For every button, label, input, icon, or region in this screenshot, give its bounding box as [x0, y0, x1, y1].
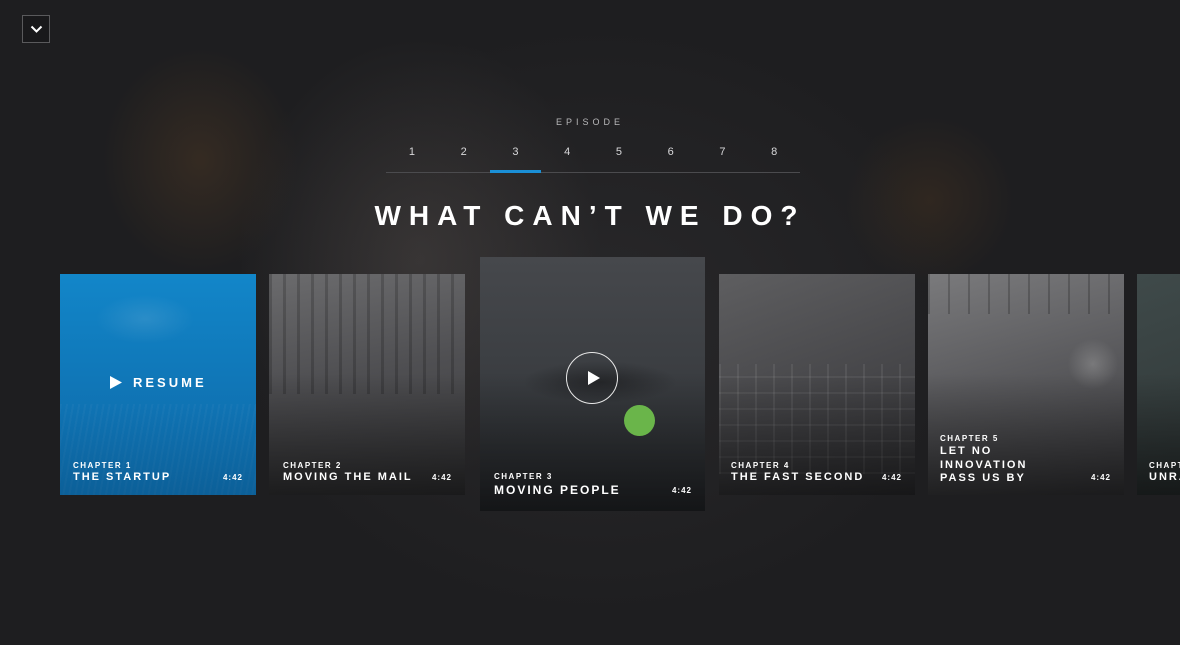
chapter-title-line-2: INNOVATION — [940, 459, 1028, 471]
chapter-number: CHAPTER 5 — [940, 434, 999, 443]
chapter-card-5[interactable]: CHAPTER 5 LET NO INNOVATION PASS US BY 4… — [928, 274, 1124, 495]
chapter-duration: 4:42 — [671, 486, 692, 495]
episode-tab-1[interactable]: 1 — [386, 140, 438, 172]
play-icon — [110, 376, 122, 389]
chapter-title: THE FAST SECOND — [731, 471, 865, 483]
chapter-title-line-3: PASS US BY — [940, 472, 1026, 484]
episode-tab-3[interactable]: 3 — [489, 140, 542, 173]
chapter-number: CHAPTER 4 — [731, 461, 790, 470]
chapter-duration: 4:42 — [431, 473, 452, 482]
episode-tab-5[interactable]: 5 — [593, 140, 645, 172]
episode-label: EPISODE — [555, 117, 624, 127]
resume-button[interactable]: RESUME — [109, 375, 207, 390]
chapter-title: THE STARTUP — [73, 471, 172, 483]
chapter-card-3[interactable]: CHAPTER 3 MOVING PEOPLE 4:42 — [480, 257, 705, 511]
chapter-duration: 4:42 — [1090, 473, 1111, 482]
chapter-duration: 4:42 — [222, 473, 243, 482]
cursor-indicator — [624, 405, 655, 436]
chevron-down-icon — [30, 25, 42, 33]
chapter-number: CHAPT — [1149, 461, 1180, 470]
chapter-card-6[interactable]: CHAPT UNRA — [1137, 274, 1180, 495]
chapter-card-4[interactable]: CHAPTER 4 THE FAST SECOND 4:42 — [719, 274, 915, 495]
episode-tab-7[interactable]: 7 — [697, 140, 749, 172]
play-button[interactable] — [566, 352, 618, 404]
chapter-title: MOVING THE MAIL — [283, 471, 413, 483]
collapse-button[interactable] — [22, 15, 50, 43]
episode-tab-8[interactable]: 8 — [748, 140, 800, 172]
chapter-title-line-1: LET NO — [940, 445, 993, 457]
chapter-number: CHAPTER 3 — [494, 472, 553, 481]
chapter-title: MOVING PEOPLE — [494, 483, 621, 497]
episode-tab-2[interactable]: 2 — [438, 140, 490, 172]
episode-title: WHAT CAN’T WE DO? — [374, 200, 806, 231]
chapter-number: CHAPTER 2 — [283, 461, 342, 470]
chapter-title: UNRA — [1149, 471, 1180, 483]
episode-tab-4[interactable]: 4 — [541, 140, 593, 172]
episode-nav: 1 2 3 4 5 6 7 8 — [386, 140, 800, 173]
chapter-number: CHAPTER 1 — [73, 461, 132, 470]
resume-label: RESUME — [133, 375, 207, 390]
chapter-duration: 4:42 — [881, 473, 902, 482]
chapter-card-2[interactable]: CHAPTER 2 MOVING THE MAIL 4:42 — [269, 274, 465, 495]
chapter-card-1[interactable]: RESUME CHAPTER 1 THE STARTUP 4:42 — [60, 274, 256, 495]
play-icon — [587, 371, 600, 385]
episode-tab-6[interactable]: 6 — [645, 140, 697, 172]
